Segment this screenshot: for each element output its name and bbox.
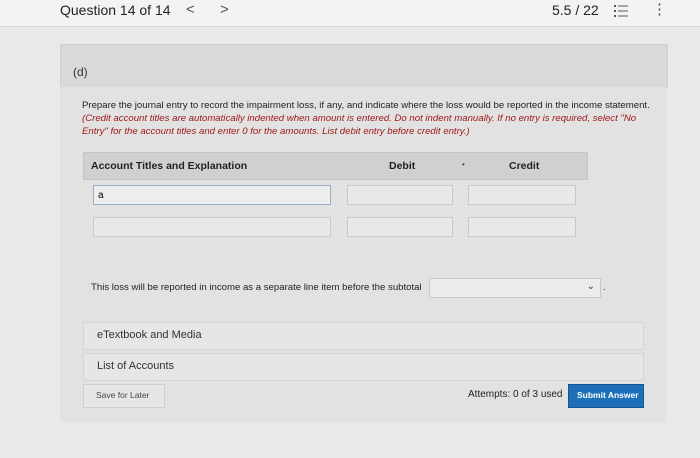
sentence-period: . xyxy=(603,282,606,293)
etextbook-media-link[interactable]: eTextbook and Media xyxy=(83,322,644,350)
more-options-icon[interactable]: ⋮ xyxy=(652,3,667,17)
instructions: Prepare the journal entry to record the … xyxy=(82,99,652,138)
account-title-input-2[interactable] xyxy=(93,217,331,237)
save-for-later-label: Save for Later xyxy=(96,390,149,400)
previous-question-icon[interactable]: < xyxy=(186,1,195,18)
part-label: (d) xyxy=(73,65,88,79)
next-question-icon[interactable]: > xyxy=(220,1,229,18)
submit-answer-label: Submit Answer xyxy=(577,390,639,400)
list-of-accounts-link[interactable]: List of Accounts xyxy=(83,353,644,381)
list-of-accounts-label: List of Accounts xyxy=(97,360,174,372)
question-list-icon[interactable] xyxy=(614,4,628,18)
part-header: (d) xyxy=(60,44,668,88)
income-statement-line-select[interactable]: ⌄ xyxy=(429,278,601,298)
submit-answer-button[interactable]: Submit Answer xyxy=(568,384,644,408)
header-dot: • xyxy=(462,160,465,169)
loss-report-text: This loss will be reported in income as … xyxy=(91,282,422,293)
etextbook-label: eTextbook and Media xyxy=(97,329,202,341)
credit-column-header: Credit xyxy=(509,160,539,172)
instructions-text: Prepare the journal entry to record the … xyxy=(82,100,650,111)
journal-table-header: Account Titles and Explanation Debit • C… xyxy=(83,152,588,180)
top-bar: Question 14 of 14 < > 5.5 / 22 ⋮ xyxy=(0,0,700,27)
question-title: Question 14 of 14 xyxy=(60,2,171,18)
account-column-header: Account Titles and Explanation xyxy=(91,160,247,172)
question-panel: Prepare the journal entry to record the … xyxy=(60,87,666,422)
save-for-later-button[interactable]: Save for Later xyxy=(83,384,165,408)
score-display: 5.5 / 22 xyxy=(552,2,599,18)
debit-input-2[interactable] xyxy=(347,217,453,237)
attempts-counter: Attempts: 0 of 3 used xyxy=(468,389,563,400)
instructions-note: (Credit account titles are automatically… xyxy=(82,113,636,137)
account-title-input-1[interactable] xyxy=(93,185,331,205)
credit-input-1[interactable] xyxy=(468,185,576,205)
debit-input-1[interactable] xyxy=(347,185,453,205)
credit-input-2[interactable] xyxy=(468,217,576,237)
debit-column-header: Debit xyxy=(389,160,415,172)
chevron-down-icon: ⌄ xyxy=(587,281,595,292)
